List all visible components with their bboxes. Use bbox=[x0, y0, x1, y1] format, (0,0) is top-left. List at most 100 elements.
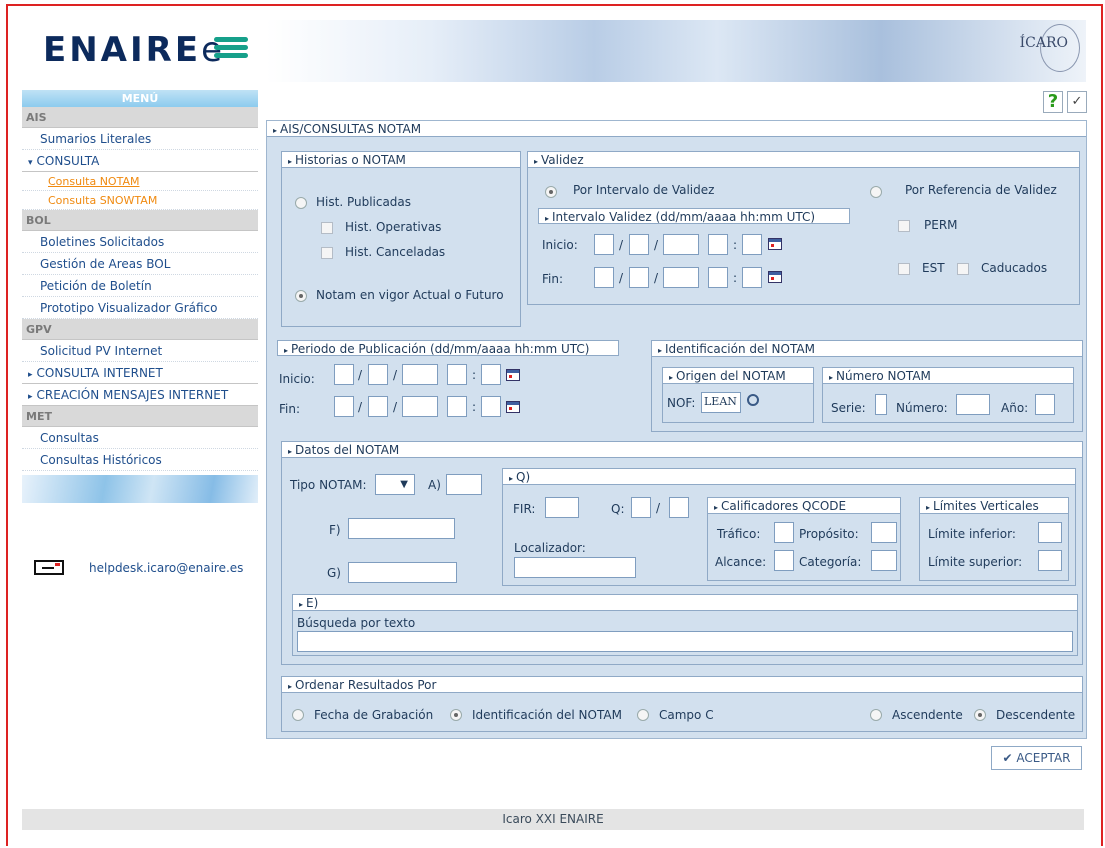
validez-inicio-day[interactable] bbox=[594, 234, 614, 255]
checkbox-est[interactable] bbox=[898, 263, 910, 275]
logo-bars-icon bbox=[214, 37, 248, 59]
periodo-inicio-hour[interactable] bbox=[447, 364, 467, 385]
calificadores-title: ▸ Calificadores QCODE bbox=[708, 498, 900, 514]
help-button[interactable]: ? bbox=[1043, 91, 1063, 113]
header-banner: ÍCARO bbox=[266, 20, 1086, 82]
por-intervalo-label: Por Intervalo de Validez bbox=[573, 183, 715, 197]
localizador-input[interactable] bbox=[514, 557, 636, 578]
por-referencia-label: Por Referencia de Validez bbox=[905, 183, 1057, 197]
radio-notam-vigor[interactable] bbox=[295, 290, 307, 302]
validez-fin-month[interactable] bbox=[629, 267, 649, 288]
hist-publicadas-label: Hist. Publicadas bbox=[316, 195, 412, 209]
validez-inicio-month[interactable] bbox=[629, 234, 649, 255]
periodo-inicio-minute[interactable] bbox=[481, 364, 501, 385]
sidebar-item-solicitud-pv[interactable]: Solicitud PV Internet bbox=[22, 340, 258, 362]
identificacion-title: ▸ Identificación del NOTAM bbox=[652, 341, 1082, 357]
footer: Icaro XXI ENAIRE bbox=[22, 809, 1084, 830]
numero-input[interactable] bbox=[956, 394, 990, 415]
radio-por-intervalo[interactable] bbox=[545, 186, 557, 198]
fir-input[interactable] bbox=[545, 497, 579, 518]
sidebar-item-prototipo[interactable]: Prototipo Visualizador Gráfico bbox=[22, 297, 258, 319]
q-input-1[interactable] bbox=[631, 497, 651, 518]
f-input[interactable] bbox=[348, 518, 455, 539]
sidebar-item-consulta-snowtam[interactable]: Consulta SNOWTAM bbox=[22, 191, 258, 210]
periodo-fin-minute[interactable] bbox=[481, 396, 501, 417]
periodo-fin-year[interactable] bbox=[402, 396, 438, 417]
ordenar-panel: ▸ Ordenar Resultados Por Fecha de Grabaci… bbox=[281, 676, 1083, 732]
checkbox-hist-operativas[interactable] bbox=[321, 222, 333, 234]
sidebar-item-consultas[interactable]: Consultas bbox=[22, 427, 258, 449]
sidebar-item-consulta-notam[interactable]: Consulta NOTAM bbox=[22, 172, 258, 191]
tipo-notam-label: Tipo NOTAM: bbox=[290, 478, 367, 492]
sidebar-item-gestion-areas[interactable]: Gestión de Areas BOL bbox=[22, 253, 258, 275]
numero-panel: ▸ Número NOTAM Serie: Número: Año: bbox=[822, 367, 1074, 423]
q-input-2[interactable] bbox=[669, 497, 689, 518]
proposito-input[interactable] bbox=[871, 522, 897, 543]
a-input[interactable] bbox=[446, 474, 482, 495]
tipo-notam-select[interactable]: ▼ bbox=[375, 474, 415, 495]
periodo-inicio-year[interactable] bbox=[402, 364, 438, 385]
g-input[interactable] bbox=[348, 562, 457, 583]
validez-fin-day[interactable] bbox=[594, 267, 614, 288]
check-button[interactable]: ✓ bbox=[1067, 91, 1087, 113]
serie-input[interactable] bbox=[875, 394, 887, 415]
checkbox-hist-canceladas[interactable] bbox=[321, 247, 333, 259]
radio-fecha-grabacion[interactable] bbox=[292, 709, 304, 721]
chevron-right-icon: ▸ bbox=[288, 682, 293, 691]
radio-hist-publicadas[interactable] bbox=[295, 197, 307, 209]
alcance-input[interactable] bbox=[774, 550, 794, 571]
sidebar-item-sumarios[interactable]: Sumarios Literales bbox=[22, 128, 258, 150]
validez-inicio-minute[interactable] bbox=[742, 234, 762, 255]
radio-campo-c[interactable] bbox=[637, 709, 649, 721]
periodo-inicio-day[interactable] bbox=[334, 364, 354, 385]
historias-panel: ▸ Historias o NOTAM Hist. Publicadas Hist… bbox=[281, 151, 521, 327]
radio-identificacion[interactable] bbox=[450, 709, 462, 721]
aceptar-button[interactable]: ✔ ACEPTAR bbox=[991, 746, 1082, 770]
busqueda-input[interactable] bbox=[297, 631, 1073, 652]
periodo-fin-hour[interactable] bbox=[447, 396, 467, 417]
fir-label: FIR: bbox=[513, 502, 536, 516]
datos-title: ▸ Datos del NOTAM bbox=[282, 442, 1082, 458]
calendar-icon[interactable] bbox=[768, 271, 782, 283]
sidebar-item-consulta[interactable]: ▾ CONSULTA bbox=[22, 150, 258, 172]
sidebar-item-peticion[interactable]: Petición de Boletín bbox=[22, 275, 258, 297]
radio-por-referencia[interactable] bbox=[870, 186, 882, 198]
chevron-right-icon: ▸ bbox=[658, 346, 663, 355]
anio-input[interactable] bbox=[1035, 394, 1055, 415]
trafico-input[interactable] bbox=[774, 522, 794, 543]
checkbox-perm[interactable] bbox=[898, 220, 910, 232]
intervalo-title: ▸ Intervalo Validez (dd/mm/aaaa hh:mm UTC… bbox=[538, 208, 850, 224]
calendar-icon[interactable] bbox=[506, 401, 520, 413]
section-bol: BOL bbox=[22, 210, 258, 231]
validez-fin-minute[interactable] bbox=[742, 267, 762, 288]
limites-panel: ▸ Límites Verticales Límite inferior: Lím… bbox=[919, 497, 1069, 581]
sidebar-item-consultas-historicos[interactable]: Consultas Históricos bbox=[22, 449, 258, 471]
categoria-input[interactable] bbox=[871, 550, 897, 571]
periodo-fin-day[interactable] bbox=[334, 396, 354, 417]
periodo-inicio-month[interactable] bbox=[368, 364, 388, 385]
chevron-right-icon: ▸ bbox=[714, 503, 719, 512]
helpdesk-email-link[interactable]: helpdesk.icaro@enaire.es bbox=[89, 561, 243, 575]
limite-inferior-input[interactable] bbox=[1038, 522, 1062, 543]
chevron-right-icon: ▸ bbox=[288, 157, 293, 166]
validez-fin-year[interactable] bbox=[663, 267, 699, 288]
validez-inicio-hour[interactable] bbox=[708, 234, 728, 255]
icaro-logo: ÍCARO bbox=[1019, 35, 1068, 51]
search-icon[interactable] bbox=[747, 394, 759, 406]
calendar-icon[interactable] bbox=[768, 238, 782, 250]
calendar-icon[interactable] bbox=[506, 369, 520, 381]
campo-c-label: Campo C bbox=[659, 708, 714, 722]
sidebar-item-boletines[interactable]: Boletines Solicitados bbox=[22, 231, 258, 253]
sidebar-item-creacion-mensajes[interactable]: ▸ CREACIÓN MENSAJES INTERNET bbox=[22, 384, 258, 406]
limite-superior-input[interactable] bbox=[1038, 550, 1062, 571]
nof-label: NOF: bbox=[667, 396, 696, 410]
periodo-fin-month[interactable] bbox=[368, 396, 388, 417]
validez-inicio-year[interactable] bbox=[663, 234, 699, 255]
nof-input[interactable]: LEAN bbox=[701, 392, 741, 413]
menu-title: MENÚ bbox=[22, 90, 258, 107]
checkbox-caducados[interactable] bbox=[957, 263, 969, 275]
radio-ascendente[interactable] bbox=[870, 709, 882, 721]
sidebar-item-consulta-internet[interactable]: ▸ CONSULTA INTERNET bbox=[22, 362, 258, 384]
radio-descendente[interactable] bbox=[974, 709, 986, 721]
validez-fin-hour[interactable] bbox=[708, 267, 728, 288]
